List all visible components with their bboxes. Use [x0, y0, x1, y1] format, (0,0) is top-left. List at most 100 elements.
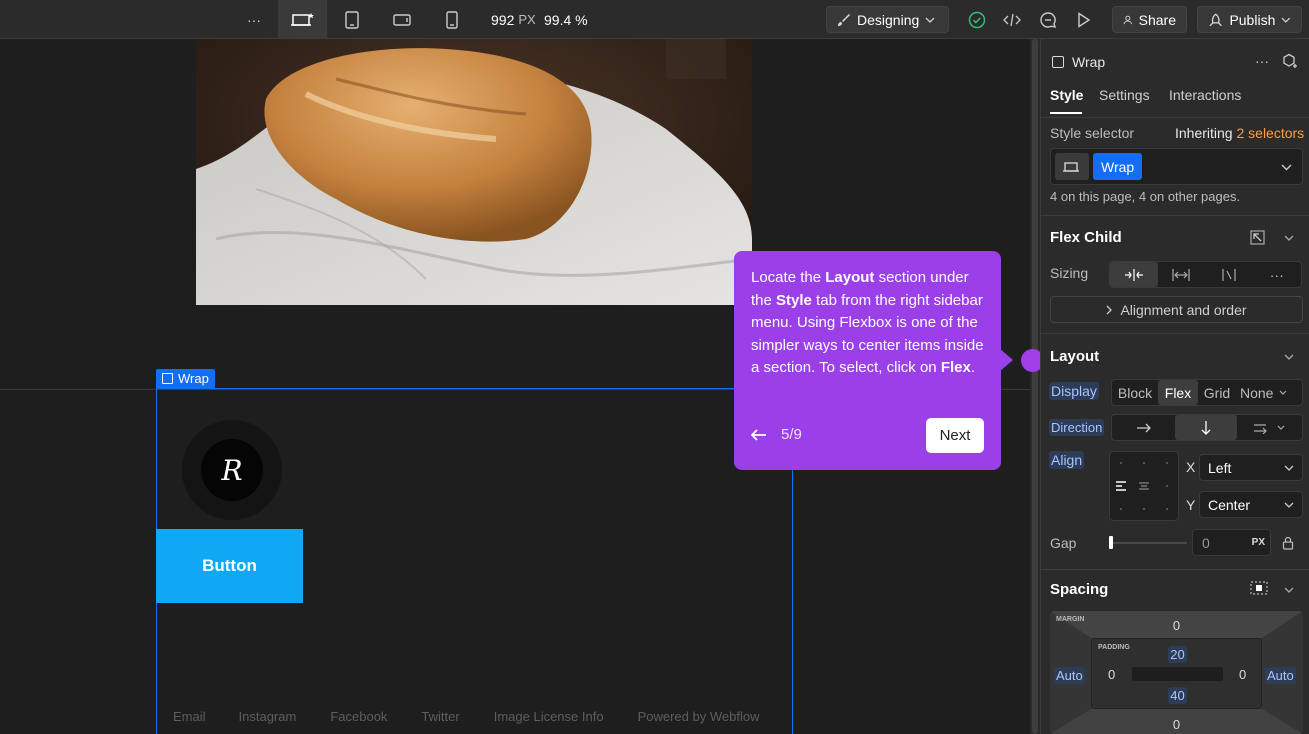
padding-top[interactable]: 20 [1092, 646, 1263, 663]
code-icon[interactable] [1001, 0, 1023, 39]
lock-icon[interactable] [1282, 536, 1294, 553]
display-grid[interactable]: Grid [1198, 380, 1236, 405]
gap-slider-handle[interactable] [1109, 536, 1113, 549]
tooltip-emphasis: Layout [825, 269, 875, 286]
margin-left-value: Auto [1054, 667, 1085, 684]
padding-bottom[interactable]: 40 [1092, 687, 1263, 704]
tooltip-text-run: Locate the [751, 269, 826, 286]
chevron-right-icon [1106, 305, 1113, 314]
direction-label: Direction [1049, 419, 1105, 436]
mode-label: Designing [857, 11, 920, 28]
next-button[interactable]: Next [926, 418, 984, 453]
sizing-shrink-icon[interactable] [1110, 262, 1158, 287]
padding-right-value[interactable]: 0 [1239, 667, 1246, 682]
chevron-down-icon[interactable] [1284, 587, 1294, 593]
display-none[interactable]: None [1236, 380, 1302, 405]
chevron-down-icon [1284, 502, 1294, 508]
canvas-scrollbar[interactable] [1030, 39, 1040, 734]
element-box-icon [1052, 56, 1064, 68]
canvas-button[interactable]: Button [156, 529, 303, 603]
comment-icon[interactable] [1037, 0, 1059, 39]
expand-icon[interactable] [1250, 230, 1265, 248]
logo-circle[interactable]: R [182, 420, 282, 520]
spacing-preset-icon[interactable] [1250, 581, 1268, 598]
canvas-width-value: 992 [491, 11, 515, 28]
tablet-breakpoint-icon[interactable] [338, 0, 366, 39]
layout-title[interactable]: Layout [1050, 348, 1099, 365]
inheriting-label: Inheriting [1175, 125, 1233, 141]
bread-image[interactable] [196, 39, 752, 305]
margin-top-value[interactable]: 0 [1050, 618, 1303, 633]
chevron-down-icon[interactable] [1284, 354, 1294, 360]
element-name: Wrap [1072, 54, 1106, 70]
align-grid[interactable] [1109, 451, 1179, 521]
back-arrow-icon[interactable] [751, 428, 767, 441]
padding-left-value[interactable]: 0 [1108, 667, 1115, 682]
tab-settings[interactable]: Settings [1099, 87, 1150, 103]
publish-button[interactable]: Publish [1197, 6, 1302, 33]
tab-interactions[interactable]: Interactions [1169, 87, 1241, 103]
share-button[interactable]: Share [1112, 6, 1187, 33]
margin-left[interactable]: Auto [1054, 667, 1085, 684]
divider [1041, 569, 1309, 570]
display-label-text: Display [1049, 382, 1099, 400]
inheriting-info[interactable]: Inheriting 2 selectors [1175, 125, 1304, 141]
display-block[interactable]: Block [1112, 380, 1158, 405]
gap-input[interactable]: 0 PX [1192, 529, 1271, 556]
footer-link[interactable]: Instagram [239, 709, 297, 724]
align-x-select[interactable]: Left [1199, 454, 1303, 481]
scrollbar-thumb[interactable] [1032, 39, 1038, 734]
direction-row-icon[interactable] [1112, 415, 1175, 440]
direction-wrap-icon[interactable] [1237, 415, 1302, 440]
selector-chip[interactable]: Wrap [1093, 153, 1143, 180]
preview-play-icon[interactable] [1073, 0, 1095, 39]
style-panel: Wrap ··· Style Settings Interactions Sty… [1040, 39, 1309, 734]
sizing-none-icon[interactable] [1205, 262, 1253, 287]
display-flex[interactable]: Flex [1158, 380, 1198, 405]
mobile-landscape-icon[interactable] [388, 0, 416, 39]
chevron-down-icon [1280, 390, 1287, 395]
desktop-breakpoint-icon[interactable] [278, 0, 327, 39]
spacing-box: MARGIN 0 Auto Auto 0 PADDING 20 0 0 40 [1050, 611, 1303, 734]
footer-link[interactable]: Image License Info [494, 709, 604, 724]
breakpoint-selector-icon[interactable] [1055, 153, 1089, 180]
align-y-select[interactable]: Center [1199, 491, 1303, 518]
guide-tooltip: Locate the Layout section under the Styl… [734, 251, 1001, 470]
margin-bottom-value[interactable]: 0 [1050, 717, 1303, 732]
divider [1041, 117, 1309, 118]
tooltip-pointer [999, 348, 1013, 372]
footer-link[interactable]: Twitter [421, 709, 459, 724]
check-status-icon[interactable] [966, 0, 988, 39]
tab-style[interactable]: Style [1050, 87, 1083, 103]
align-y-value: Center [1208, 496, 1251, 513]
wrap-element-tag[interactable]: Wrap [156, 369, 215, 388]
spacing-title[interactable]: Spacing [1050, 581, 1108, 598]
sizing-grow-icon[interactable] [1158, 262, 1206, 287]
chevron-down-icon [1277, 425, 1285, 430]
margin-right[interactable]: Auto [1265, 667, 1296, 684]
chevron-down-icon[interactable] [1284, 235, 1294, 241]
alignment-order-button[interactable]: Alignment and order [1050, 296, 1303, 323]
flex-child-title[interactable]: Flex Child [1050, 229, 1122, 246]
chevron-down-icon [1284, 465, 1294, 471]
sizing-more-icon[interactable]: ··· [1253, 262, 1302, 287]
mode-dropdown[interactable]: Designing [826, 6, 949, 33]
more-options-icon[interactable]: ··· [1255, 53, 1269, 69]
divider [1041, 215, 1309, 216]
footer-link[interactable]: Email [173, 709, 206, 724]
component-icon[interactable] [1282, 53, 1298, 72]
more-options-icon[interactable]: ··· [240, 0, 268, 39]
chevron-down-icon[interactable] [1281, 164, 1292, 171]
zoom-level: 99.4 % [544, 11, 588, 28]
selector-field[interactable]: Wrap [1050, 148, 1303, 185]
display-label: Display [1049, 382, 1099, 400]
footer-link[interactable]: Powered by Webflow [638, 709, 760, 724]
logo-letter: R [201, 439, 263, 501]
direction-label-text: Direction [1049, 419, 1105, 436]
footer-link[interactable]: Facebook [330, 709, 387, 724]
gap-unit: PX [1251, 537, 1265, 548]
gap-slider-track[interactable] [1109, 542, 1187, 544]
direction-column-icon[interactable] [1175, 415, 1237, 440]
tooltip-step: 5/9 [781, 426, 802, 443]
mobile-portrait-icon[interactable] [438, 0, 466, 39]
